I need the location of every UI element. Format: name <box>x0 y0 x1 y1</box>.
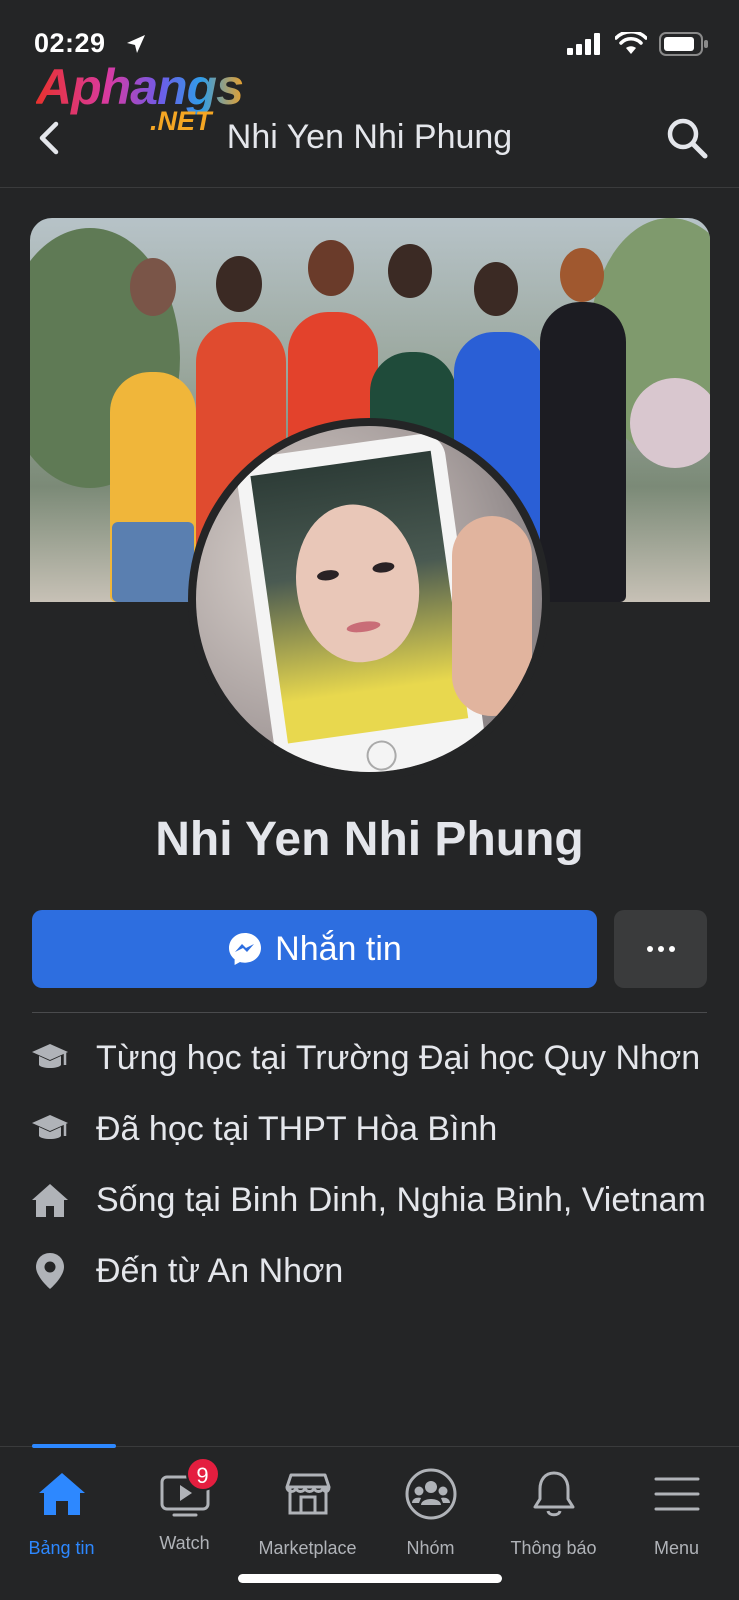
wifi-icon <box>615 32 647 54</box>
info-item-education-university: Từng học tại Trường Đại học Quy Nhơn <box>30 1036 710 1081</box>
tab-marketplace[interactable]: Marketplace <box>246 1467 369 1559</box>
home-indicator[interactable] <box>238 1574 502 1583</box>
battery-icon <box>659 32 708 56</box>
tab-groups[interactable]: Nhóm <box>369 1467 492 1559</box>
more-dots-icon <box>646 946 653 952</box>
tab-label: Thông báo <box>510 1538 597 1558</box>
avatar-photo <box>234 430 488 772</box>
graduation-cap-icon <box>32 1115 68 1139</box>
tab-menu[interactable]: Menu <box>615 1467 738 1559</box>
intro-info-list: Từng học tại Trường Đại học Quy Nhơn Đã … <box>30 1036 710 1320</box>
header-title: Nhi Yen Nhi Phung <box>226 118 513 156</box>
message-button-label: Nhắn tin <box>275 929 402 968</box>
info-text: Từng học tại Trường Đại học Quy Nhơn <box>96 1039 701 1077</box>
graduation-cap-icon <box>32 1044 68 1068</box>
messenger-icon <box>229 933 262 965</box>
profile-name: Nhi Yen Nhi Phung <box>155 813 584 866</box>
tab-label: Menu <box>653 1538 700 1558</box>
groups-icon <box>405 1468 456 1520</box>
info-item-current-city: Sống tại Binh Dinh, Nghia Binh, Vietnam <box>30 1178 710 1223</box>
tab-label: Nhóm <box>406 1538 455 1558</box>
tab-label: Bảng tin <box>28 1538 95 1558</box>
home-icon <box>38 1473 85 1515</box>
location-pin-icon <box>36 1253 64 1289</box>
info-text: Đến từ An Nhơn <box>96 1252 344 1290</box>
shop-icon <box>285 1473 330 1515</box>
more-options-button[interactable] <box>614 910 707 988</box>
cellular-signal-icon <box>567 33 600 55</box>
menu-icon <box>654 1477 699 1511</box>
profile-avatar[interactable] <box>188 418 550 780</box>
bell-icon <box>533 1471 574 1517</box>
home-icon <box>32 1184 68 1217</box>
info-text: Đã học tại THPT Hòa Bình <box>96 1110 498 1148</box>
tab-watch[interactable]: 9 Watch <box>123 1457 246 1554</box>
nav-header: Nhi Yen Nhi Phung <box>0 100 739 188</box>
status-time: 02:29 <box>34 28 106 58</box>
tab-home[interactable]: Bảng tin <box>0 1467 123 1559</box>
info-text: Sống tại Binh Dinh, Nghia Binh, Vietnam <box>96 1181 706 1219</box>
tab-label: Watch <box>159 1533 210 1553</box>
search-icon[interactable] <box>665 116 709 160</box>
active-tab-indicator <box>32 1444 116 1448</box>
info-item-hometown: Đến từ An Nhơn <box>30 1249 710 1294</box>
tab-notifications[interactable]: Thông báo <box>492 1467 615 1559</box>
message-button[interactable]: Nhắn tin <box>32 910 597 988</box>
tab-label: Marketplace <box>258 1538 357 1558</box>
location-arrow-icon <box>127 35 145 53</box>
notification-badge: 9 <box>185 1457 220 1491</box>
divider <box>32 1012 707 1013</box>
info-item-education-highschool: Đã học tại THPT Hòa Bình <box>30 1107 710 1152</box>
